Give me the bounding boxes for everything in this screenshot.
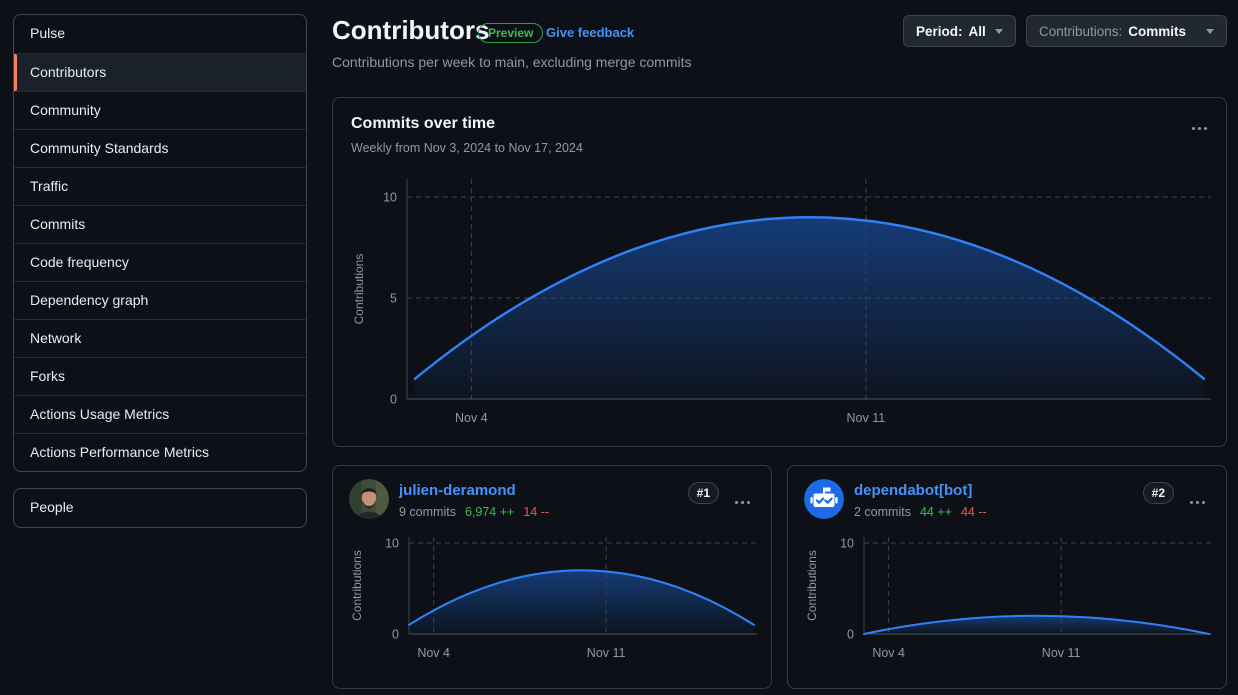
svg-text:0: 0 [390,393,397,407]
svg-text:Nov 11: Nov 11 [587,646,626,660]
contributor-chart: 0 10 Nov 4 Nov 11 Contributions [333,531,773,681]
svg-text:Contributions: Contributions [352,254,366,325]
sidebar-item-forks[interactable]: Forks [14,357,306,395]
avatar[interactable] [349,479,389,519]
period-filter-value: All [969,24,986,39]
kebab-menu-icon[interactable] [1184,116,1214,140]
commits-over-time-card: Commits over time Weekly from Nov 3, 202… [332,97,1227,447]
preview-badge: Preview [478,23,543,43]
svg-text:10: 10 [385,537,399,551]
kebab-menu-icon[interactable] [1182,490,1212,514]
sidebar-item-label: Contributors [30,64,106,80]
svg-text:10: 10 [383,191,397,205]
svg-text:5: 5 [390,292,397,306]
contributor-name-link[interactable]: dependabot[bot] [854,482,972,499]
svg-text:Contributions: Contributions [805,550,819,621]
sidebar-item-traffic[interactable]: Traffic [14,167,306,205]
svg-text:0: 0 [847,628,854,642]
chevron-down-icon [1206,29,1214,34]
give-feedback-link[interactable]: Give feedback [546,25,634,40]
additions-count: 6,974 ++ [465,505,514,519]
additions-count: 44 ++ [920,505,952,519]
dependabot-avatar [804,479,844,519]
svg-text:Nov 11: Nov 11 [847,411,886,425]
period-filter-label: Period: [916,24,963,39]
commit-count: 9 commits [399,505,456,519]
svg-text:10: 10 [840,537,854,551]
avatar[interactable] [804,479,844,519]
card-subtitle: Weekly from Nov 3, 2024 to Nov 17, 2024 [351,141,583,155]
sidebar-item-community-standards[interactable]: Community Standards [14,129,306,167]
sidebar-item-people[interactable]: People [14,489,306,527]
sidebar-item-code-frequency[interactable]: Code frequency [14,243,306,281]
sidebar-item-network[interactable]: Network [14,319,306,357]
contributions-filter-label: Contributions: [1039,24,1122,39]
sidebar-item-pulse[interactable]: Pulse [14,15,306,53]
insights-nav-box: Pulse Contributors Community Community S… [13,14,307,472]
commit-count: 2 commits [854,505,911,519]
svg-text:0: 0 [392,628,399,642]
deletions-count: 44 -- [961,505,987,519]
sidebar-item-contributors[interactable]: Contributors [14,53,306,91]
contributions-filter-value: Commits [1128,24,1186,39]
svg-text:Nov 11: Nov 11 [1042,646,1081,660]
page-subtitle: Contributions per week to main, excludin… [332,54,692,70]
svg-text:Nov 4: Nov 4 [417,646,450,660]
page-title: Contributors [332,15,489,46]
contributor-stats: 2 commits 44 ++ 44 -- [854,505,987,519]
card-title: Commits over time [351,115,495,133]
sidebar-item-actions-usage-metrics[interactable]: Actions Usage Metrics [14,395,306,433]
julien-deramond-avatar [349,479,389,519]
contributor-name-link[interactable]: julien-deramond [399,482,516,499]
sidebar-item-dependency-graph[interactable]: Dependency graph [14,281,306,319]
period-filter-button[interactable]: Period: All [903,15,1016,47]
people-nav-box: People [13,488,307,528]
contributor-stats: 9 commits 6,974 ++ 14 -- [399,505,549,519]
rank-badge: #2 [1143,482,1174,504]
contributor-card-julien-deramond: julien-deramond 9 commits 6,974 ++ 14 --… [332,465,772,689]
sidebar-item-commits[interactable]: Commits [14,205,306,243]
svg-text:Contributions: Contributions [350,550,364,621]
commits-over-time-chart: 0 5 10 Nov 4 Nov 11 Contributions [333,158,1228,448]
svg-text:Nov 4: Nov 4 [455,411,488,425]
deletions-count: 14 -- [523,505,549,519]
sidebar-item-community[interactable]: Community [14,91,306,129]
kebab-menu-icon[interactable] [727,490,757,514]
contributor-chart: 0 10 Nov 4 Nov 11 Contributions [788,531,1228,681]
contributor-card-dependabot: dependabot[bot] 2 commits 44 ++ 44 -- #2… [787,465,1227,689]
chevron-down-icon [995,29,1003,34]
sidebar-item-actions-performance-metrics[interactable]: Actions Performance Metrics [14,433,306,471]
svg-text:Nov 4: Nov 4 [872,646,905,660]
rank-badge: #1 [688,482,719,504]
contributions-filter-button[interactable]: Contributions: Commits [1026,15,1227,47]
selected-accent-bar [14,54,17,91]
